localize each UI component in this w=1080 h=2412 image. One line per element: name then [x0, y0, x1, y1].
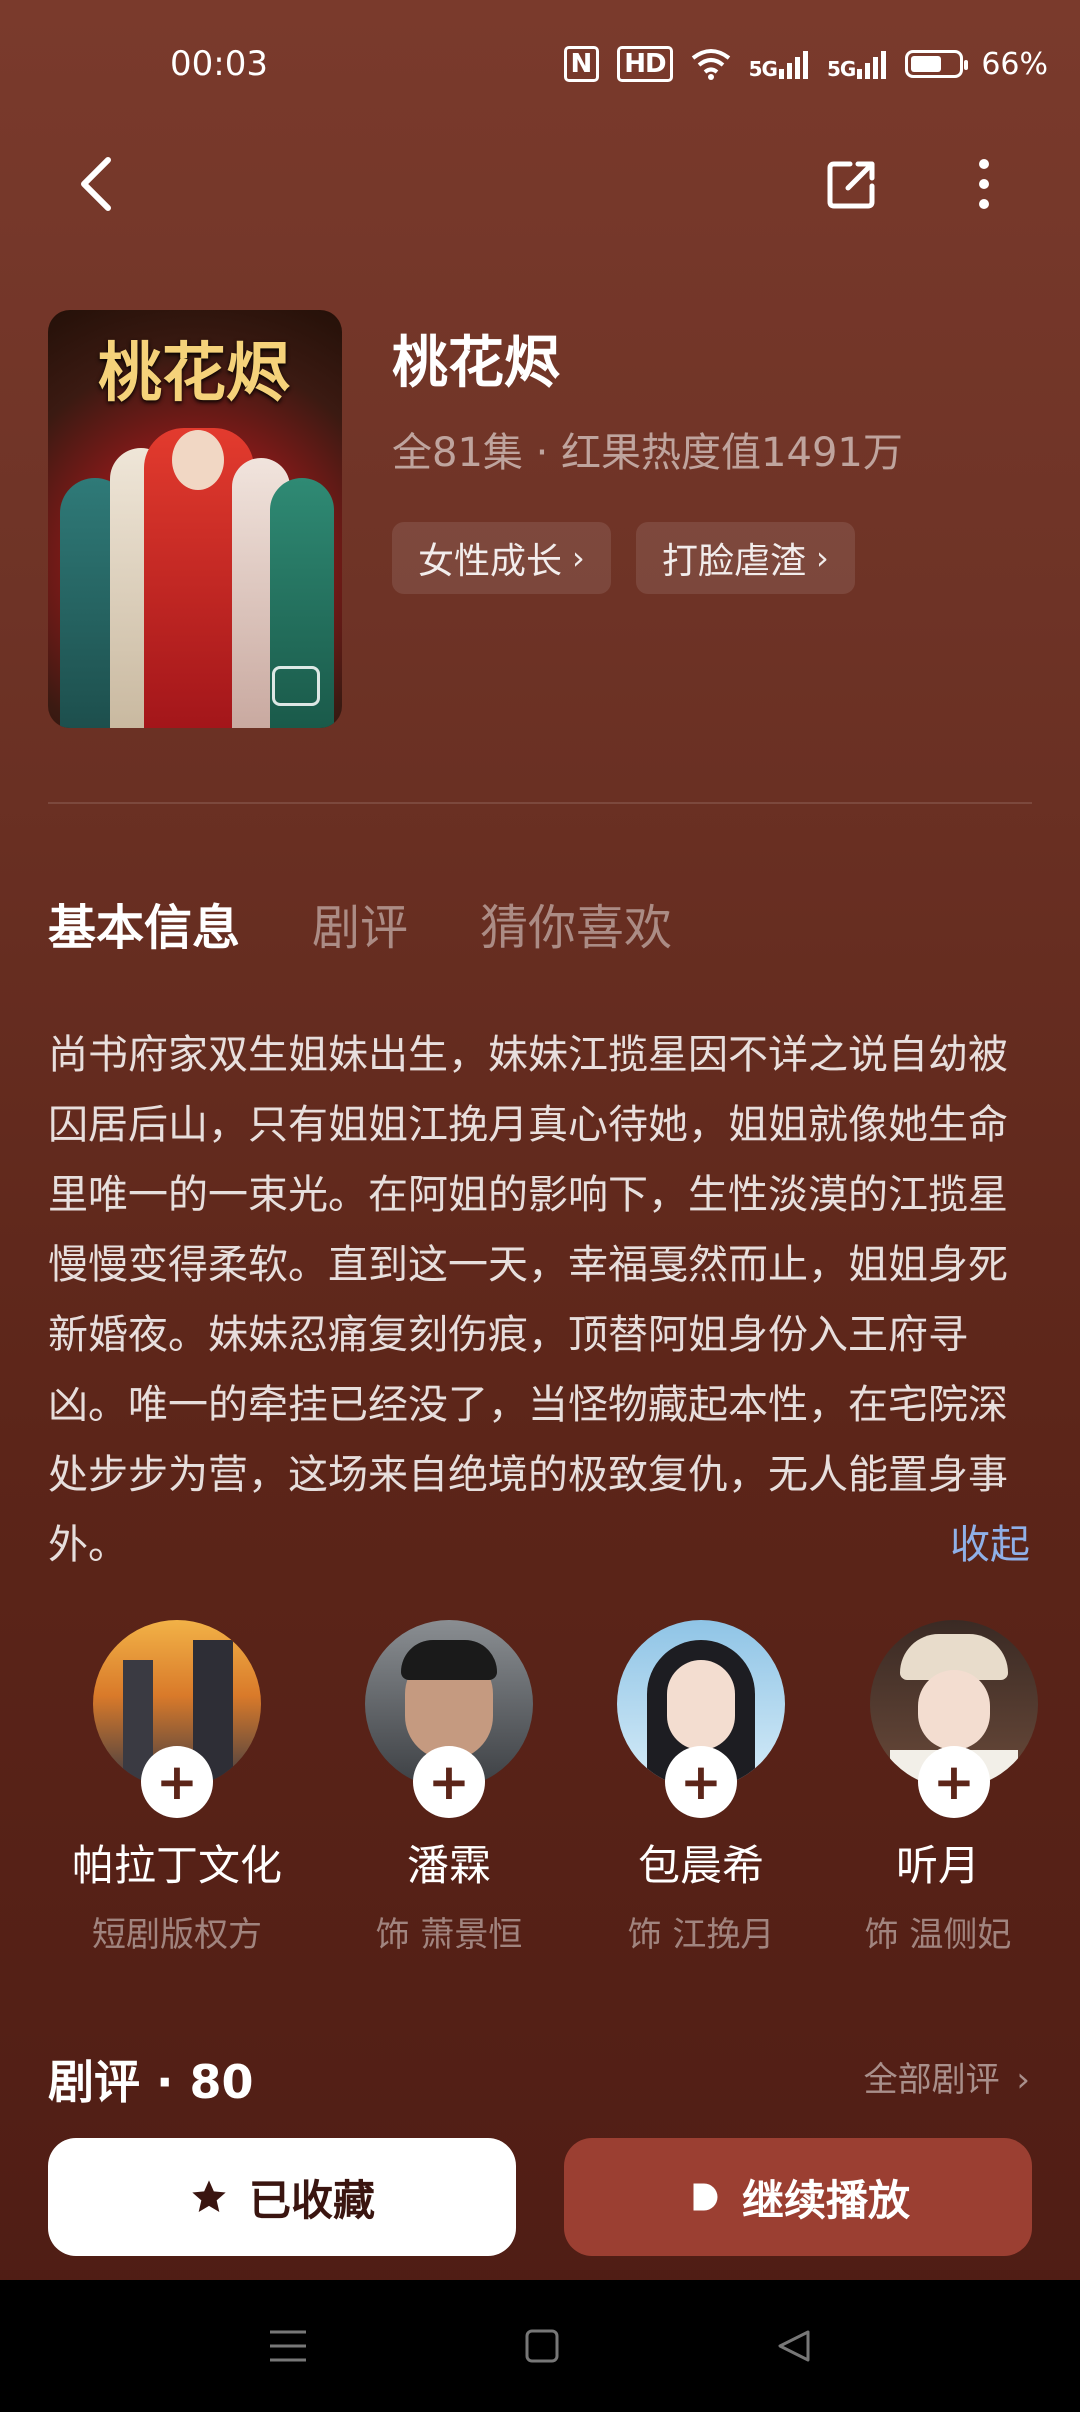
person-name: 帕拉丁文化	[71, 1841, 282, 1890]
follow-button[interactable]: +	[141, 1746, 213, 1818]
menu-icon[interactable]	[268, 2328, 308, 2364]
person-card[interactable]: + 包晨希 饰 江挽月	[586, 1620, 816, 1956]
continue-play-button[interactable]: 继续播放	[564, 2138, 1032, 2256]
tag-female-growth[interactable]: 女性成长 ›	[392, 522, 611, 594]
person-role: 短剧版权方	[92, 1915, 262, 1955]
person-name: 潘霖	[406, 1841, 491, 1890]
hd-icon: HD	[617, 46, 673, 82]
share-icon	[827, 161, 875, 209]
more-vertical-icon	[979, 159, 989, 209]
back-triangle-icon[interactable]	[776, 2328, 812, 2364]
follow-button[interactable]: +	[665, 1746, 737, 1818]
chevron-left-icon	[81, 157, 111, 211]
description: 尚书府家双生姐妹出生，妹妹江揽星因不详之说自幼被囚居后山，只有姐姐江挽月真心待她…	[48, 1032, 1008, 1568]
chevron-right-icon: ›	[816, 539, 829, 577]
poster-title: 桃花烬	[98, 336, 290, 411]
home-icon[interactable]	[524, 2328, 560, 2364]
system-nav-bar	[0, 2280, 1080, 2412]
signal-icon-2: 5G	[827, 49, 887, 79]
follow-button[interactable]: +	[413, 1746, 485, 1818]
chevron-right-icon: ›	[1016, 2060, 1030, 2100]
person-name: 包晨希	[637, 1841, 764, 1890]
status-icons: N HD 5G 5G 66%	[563, 46, 1048, 82]
person-role: 饰 江挽月	[627, 1915, 775, 1955]
gallery-icon	[272, 666, 320, 706]
reviews-title: 剧评 · 80	[48, 2055, 254, 2109]
poster-image[interactable]: 桃花烬	[48, 310, 342, 728]
tag-face-slap[interactable]: 打脸虐渣 ›	[636, 522, 855, 594]
all-reviews-link[interactable]: 全部剧评 ›	[864, 2052, 1030, 2101]
person-card[interactable]: + 帕拉丁文化 短剧版权方	[62, 1620, 292, 1956]
battery-percent: 66%	[981, 46, 1048, 82]
person-name: 听月	[895, 1841, 980, 1890]
favorite-button[interactable]: 已收藏	[48, 2138, 516, 2256]
tab-reviews[interactable]: 剧评	[312, 888, 408, 958]
battery-icon	[905, 50, 969, 78]
drama-title: 桃花烬	[392, 331, 560, 396]
back-button[interactable]	[56, 144, 136, 224]
status-time: 00:03	[170, 44, 268, 84]
collapse-link[interactable]: 收起	[950, 1512, 1030, 1570]
tab-recommendations[interactable]: 猜你喜欢	[480, 888, 672, 958]
nfc-icon: N	[563, 46, 600, 82]
tab-basic-info[interactable]: 基本信息	[48, 888, 240, 958]
signal-icon-1: 5G	[749, 49, 809, 79]
person-role: 饰 温侧妃	[864, 1915, 1012, 1955]
divider	[48, 802, 1032, 804]
person-role: 饰 萧景恒	[375, 1915, 523, 1955]
person-card[interactable]: + 听月 饰 温侧妃	[838, 1620, 1038, 1956]
star-icon	[192, 2180, 226, 2212]
share-button[interactable]	[812, 144, 892, 224]
follow-button[interactable]: +	[918, 1746, 990, 1818]
play-icon	[693, 2183, 718, 2211]
person-card[interactable]: + 潘霖 饰 萧景恒	[334, 1620, 564, 1956]
wifi-icon	[691, 49, 730, 80]
chevron-right-icon: ›	[572, 539, 585, 577]
drama-meta: 全81集 · 红果热度值1491万	[392, 430, 903, 476]
more-button[interactable]	[944, 144, 1024, 224]
